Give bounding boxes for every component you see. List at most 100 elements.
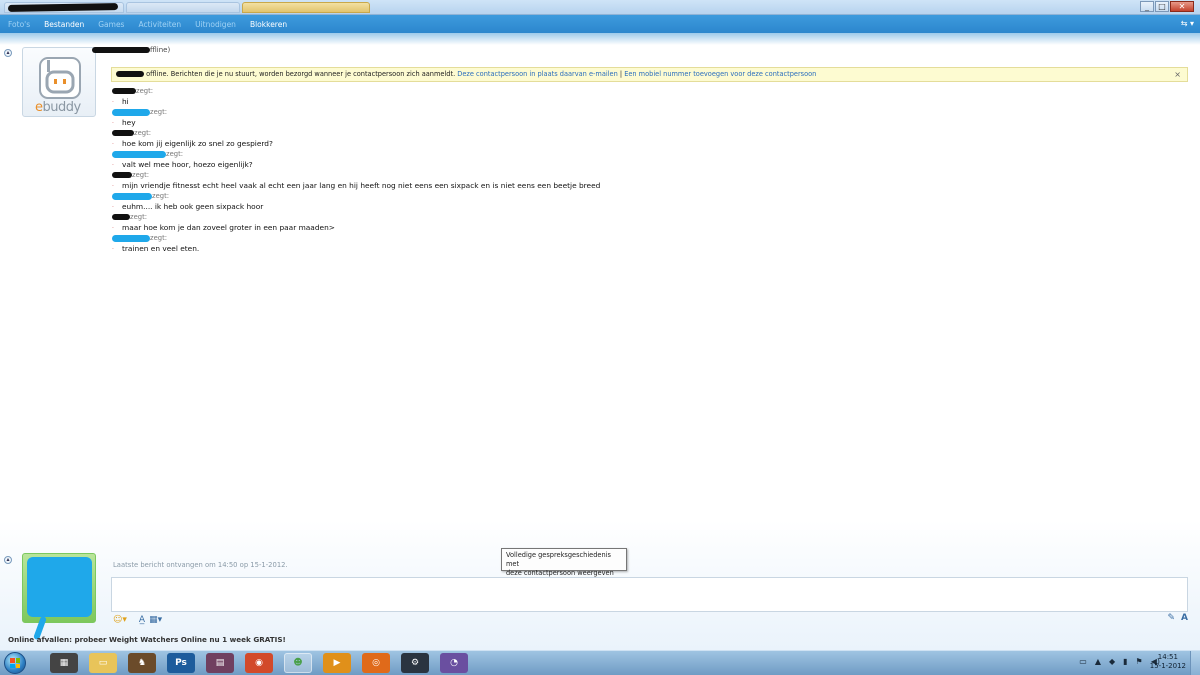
collapse-toggle-top[interactable]: ▴: [4, 49, 12, 57]
title-bar: _ □ ✕: [0, 0, 1200, 15]
user-avatar[interactable]: [22, 553, 96, 641]
bullet-icon: ·: [112, 183, 114, 190]
redacted-sender-name: [112, 108, 150, 116]
bullet-icon: ·: [112, 246, 114, 253]
input-toolbar: ☺▾ A̲ ▦▾ ✎ A: [111, 613, 1188, 627]
menu-options-icon[interactable]: ⇆ ▾: [1181, 19, 1194, 28]
message-sender: zegt:: [112, 150, 183, 160]
message-list: zegt: · hi zegt: · hey zegt: · hoe kom jij eigen…: [112, 87, 1182, 255]
message-text: · hey: [112, 118, 136, 127]
message-text: · hi: [112, 97, 129, 106]
emoticon-icon[interactable]: ☺▾: [113, 615, 127, 625]
bullet-icon: ·: [112, 120, 114, 127]
chrome-icon[interactable]: ◉: [245, 653, 273, 673]
message-item: zegt: · valt wel mee hoor, hoezo eigenlijk…: [112, 150, 1182, 171]
menu-item-fotos[interactable]: Foto's: [8, 20, 30, 29]
message-text: · valt wel mee hoor, hoezo eigenlijk?: [112, 160, 253, 169]
tray-expand-icon[interactable]: ▲: [1095, 657, 1101, 666]
ebuddy-logo-text: ebuddy: [35, 100, 81, 115]
steam-icon[interactable]: ⚙: [401, 653, 429, 673]
message-item: zegt: · hi: [112, 87, 1182, 108]
ebuddy-logo-icon: [39, 57, 81, 99]
taskbar: ▦ ▭ ♞ Ps ▤ ◉ ☻ ▶ ◎ ⚙ ◔ ▭ ▲ ◆ ▮ ⚑ ◀) 14:51 15-1-2012: [0, 650, 1200, 675]
last-message-status: Laatste bericht ontvangen om 14:50 op 15…: [113, 561, 288, 569]
bittorrent-icon[interactable]: ◔: [440, 653, 468, 673]
collapse-toggle-bottom[interactable]: ▴: [4, 556, 12, 564]
menu-item-games[interactable]: Games: [98, 20, 124, 29]
message-item: zegt: · maar hoe kom je dan zoveel groter …: [112, 213, 1182, 234]
handwriting-icon[interactable]: ✎: [1167, 613, 1175, 623]
message-text: · hoe kom jij eigenlijk zo snel zo gespie…: [112, 139, 273, 148]
font-size-icon[interactable]: A: [1181, 613, 1188, 623]
redacted-avatar: [27, 557, 92, 617]
redacted-sender-name: [112, 130, 134, 136]
system-tray: ▭ ▲ ◆ ▮ ⚑ ◀): [1071, 657, 1160, 666]
message-input[interactable]: [111, 577, 1188, 612]
bullet-icon: ·: [112, 99, 114, 106]
message-sender: zegt:: [112, 108, 167, 118]
says-label: zegt:: [136, 87, 154, 95]
menu-item-activiteiten[interactable]: Activiteiten: [138, 20, 181, 29]
tray-network-icon[interactable]: ▮: [1123, 657, 1127, 666]
maximize-button[interactable]: □: [1155, 1, 1169, 12]
says-label: zegt:: [150, 234, 168, 242]
tray-flag-icon[interactable]: ⚑: [1136, 657, 1143, 666]
add-mobile-link[interactable]: Een mobiel nummer toevoegen voor deze co…: [624, 70, 816, 78]
message-text: · mijn vriendje fitnesst echt heel vaak a…: [112, 181, 601, 190]
header-band: [0, 33, 1200, 45]
says-label: zegt:: [150, 108, 168, 116]
character-icon[interactable]: ♞: [128, 653, 156, 673]
menu-item-uitnodigen[interactable]: Uitnodigen: [195, 20, 236, 29]
windows-logo-icon: [10, 658, 20, 668]
photoshop-icon[interactable]: Ps: [167, 653, 195, 673]
font-icon[interactable]: A̲: [139, 615, 145, 625]
message-sender: zegt:: [112, 129, 151, 139]
says-label: zegt:: [166, 150, 184, 158]
message-sender: zegt:: [112, 87, 153, 97]
message-text: · euhm.... ik heb ook geen sixpack hoor: [112, 202, 264, 211]
background-icon[interactable]: ▦▾: [149, 615, 162, 625]
bullet-icon: ·: [112, 204, 114, 211]
firefox-icon[interactable]: ◎: [362, 653, 390, 673]
bullet-icon: ·: [112, 141, 114, 148]
window-controls: _ □ ✕: [1139, 1, 1194, 12]
contact-avatar[interactable]: ebuddy: [22, 47, 96, 117]
window-tab[interactable]: [126, 2, 240, 13]
redacted-sender-name: [112, 88, 136, 94]
close-button[interactable]: ✕: [1170, 1, 1194, 12]
offline-notification: offline. Berichten die je nu stuurt, wor…: [111, 67, 1188, 82]
bullet-icon: ·: [112, 225, 114, 232]
message-sender: zegt:: [112, 234, 167, 244]
menu-item-bestanden[interactable]: Bestanden: [44, 20, 84, 29]
redacted-sender-name: [112, 234, 150, 242]
message-item: zegt: · hoe kom jij eigenlijk zo snel zo g…: [112, 129, 1182, 150]
history-tooltip: Volledige gespreksgeschiedenis met deze …: [501, 548, 627, 577]
tray-app-icon[interactable]: ◆: [1109, 657, 1115, 666]
minimize-button[interactable]: _: [1140, 1, 1154, 12]
redacted-sender-name: [112, 150, 166, 158]
message-item: zegt: · euhm.... ik heb ook geen sixpack h…: [112, 192, 1182, 213]
window-tab-active[interactable]: [242, 2, 370, 13]
close-icon[interactable]: ×: [1174, 68, 1181, 81]
redacted-sender-name: [112, 192, 152, 200]
redacted-sender-name: [112, 214, 130, 220]
taskbar-apps: ▦ ▭ ♞ Ps ▤ ◉ ☻ ▶ ◎ ⚙ ◔: [50, 653, 479, 673]
show-desktop-button[interactable]: [1190, 651, 1200, 675]
says-label: zegt:: [130, 213, 148, 221]
menu-item-blokkeren[interactable]: Blokkeren: [250, 20, 287, 29]
contact-name: ffline): [92, 46, 170, 54]
file-explorer-icon[interactable]: ▭: [89, 653, 117, 673]
redacted-name: [116, 71, 144, 77]
message-sender: zegt:: [112, 192, 169, 202]
qr-app-icon[interactable]: ▦: [50, 653, 78, 673]
tray-monitor-icon[interactable]: ▭: [1079, 657, 1087, 666]
advertisement-text[interactable]: Online afvallen: probeer Weight Watchers…: [8, 635, 286, 644]
messenger-icon[interactable]: ☻: [284, 653, 312, 673]
message-item: zegt: · hey: [112, 108, 1182, 129]
media-player-icon[interactable]: ▶: [323, 653, 351, 673]
media-icon[interactable]: ▤: [206, 653, 234, 673]
clock[interactable]: 14:51 15-1-2012: [1150, 653, 1186, 671]
message-sender: zegt:: [112, 213, 147, 223]
start-button[interactable]: [4, 652, 26, 674]
email-contact-link[interactable]: Deze contactpersoon in plaats daarvan e-…: [457, 70, 617, 78]
